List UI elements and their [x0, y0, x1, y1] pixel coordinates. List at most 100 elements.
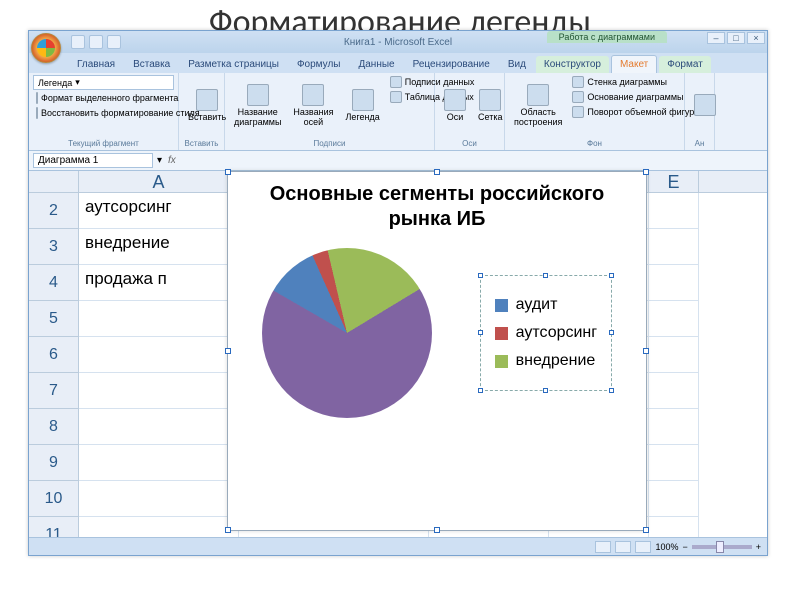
row-header[interactable]: 3 [29, 229, 78, 265]
cell[interactable]: продажа п [79, 265, 239, 301]
row-header[interactable]: 6 [29, 337, 78, 373]
chart-handle[interactable] [225, 348, 231, 354]
tab-home[interactable]: Главная [69, 56, 123, 73]
cell[interactable] [649, 229, 699, 265]
fx-icon[interactable]: fx [162, 155, 182, 166]
qat-save-icon[interactable] [71, 35, 85, 49]
legend-handle[interactable] [543, 388, 548, 393]
cell[interactable] [79, 481, 239, 517]
legend-handle[interactable] [478, 330, 483, 335]
tab-design[interactable]: Конструктор [536, 56, 609, 73]
row-header[interactable]: 2 [29, 193, 78, 229]
embedded-chart[interactable]: Основные сегменты российского рынка ИБ а… [227, 171, 647, 531]
legend-label: аудит [516, 296, 558, 314]
zoom-out-button[interactable]: − [682, 542, 687, 552]
plot-area-icon [527, 84, 549, 106]
cell[interactable] [649, 373, 699, 409]
cell[interactable] [79, 445, 239, 481]
cell[interactable] [79, 301, 239, 337]
row-header[interactable]: 10 [29, 481, 78, 517]
legend-item[interactable]: аудит [495, 296, 597, 314]
column-header[interactable]: A [79, 171, 239, 192]
format-selection-button[interactable]: Формат выделенного фрагмента [33, 91, 174, 105]
chart-legend[interactable]: аудит аутсорсинг внедрение [480, 275, 612, 391]
chart-handle[interactable] [643, 527, 649, 533]
chart-handle[interactable] [434, 527, 440, 533]
legend-handle[interactable] [478, 388, 483, 393]
legend-label: внедрение [516, 352, 596, 370]
axis-titles-button[interactable]: Названия осей [288, 75, 338, 137]
reset-style-button[interactable]: Восстановить форматирование стиля [33, 106, 174, 120]
name-box[interactable]: Диаграмма 1 [33, 153, 153, 168]
view-page-break-button[interactable] [635, 541, 651, 553]
legend-handle[interactable] [609, 330, 614, 335]
tab-format[interactable]: Формат [659, 56, 711, 73]
chart-handle[interactable] [225, 527, 231, 533]
cell[interactable] [79, 373, 239, 409]
close-button[interactable]: × [747, 32, 765, 44]
tab-formulas[interactable]: Формулы [289, 56, 349, 73]
reset-icon [36, 107, 38, 119]
chart-title[interactable]: Основные сегменты российского рынка ИБ [228, 172, 646, 238]
legend-item[interactable]: аутсорсинг [495, 324, 597, 342]
office-button[interactable] [31, 33, 61, 63]
column-header[interactable]: E [649, 171, 699, 192]
legend-item[interactable]: внедрение [495, 352, 597, 370]
legend-button[interactable]: Легенда [341, 75, 385, 137]
minimize-button[interactable]: – [707, 32, 725, 44]
legend-handle[interactable] [609, 273, 614, 278]
tab-data[interactable]: Данные [350, 56, 402, 73]
chart-handle[interactable] [434, 169, 440, 175]
cell[interactable] [79, 409, 239, 445]
zoom-in-button[interactable]: + [756, 542, 761, 552]
cell[interactable] [649, 481, 699, 517]
qat-redo-icon[interactable] [107, 35, 121, 49]
cell[interactable] [649, 193, 699, 229]
tab-layout[interactable]: Макет [611, 55, 657, 73]
cell[interactable] [649, 337, 699, 373]
legend-handle[interactable] [609, 388, 614, 393]
axis-title-icon [302, 84, 324, 106]
analysis-button[interactable] [689, 75, 721, 137]
cell[interactable]: аутсорсинг [79, 193, 239, 229]
row-header[interactable]: 8 [29, 409, 78, 445]
chart-element-selector[interactable]: Легенда ▾ [33, 75, 174, 90]
gridlines-button[interactable]: Сетка [473, 75, 507, 137]
row-header[interactable]: 4 [29, 265, 78, 301]
chart-wall-button[interactable]: Стенка диаграммы [569, 75, 703, 89]
cell[interactable] [649, 301, 699, 337]
plot-area-button[interactable]: Область построения [509, 75, 567, 137]
chart-title-button[interactable]: Название диаграммы [229, 75, 286, 137]
qat-undo-icon[interactable] [89, 35, 103, 49]
cell[interactable] [79, 337, 239, 373]
tab-view[interactable]: Вид [500, 56, 534, 73]
tab-page-layout[interactable]: Разметка страницы [180, 56, 287, 73]
view-normal-button[interactable] [595, 541, 611, 553]
sheet-area: 234567891011 ABCDE аутсорсингвнедрениепр… [29, 171, 767, 537]
chart-handle[interactable] [225, 169, 231, 175]
chart-handle[interactable] [643, 348, 649, 354]
chart-floor-button[interactable]: Основание диаграммы [569, 90, 703, 104]
row-header[interactable]: 9 [29, 445, 78, 481]
cell[interactable]: внедрение [79, 229, 239, 265]
row-header[interactable] [29, 171, 78, 193]
row-header[interactable]: 7 [29, 373, 78, 409]
cell[interactable] [649, 265, 699, 301]
insert-button[interactable]: Вставить [183, 75, 231, 137]
tab-insert[interactable]: Вставка [125, 56, 178, 73]
axes-button[interactable]: Оси [439, 75, 471, 137]
zoom-level[interactable]: 100% [655, 542, 678, 552]
rotation-button[interactable]: Поворот объемной фигуры [569, 105, 703, 119]
legend-swatch [495, 327, 508, 340]
chart-handle[interactable] [643, 169, 649, 175]
zoom-slider[interactable] [692, 545, 752, 549]
legend-handle[interactable] [478, 273, 483, 278]
tab-review[interactable]: Рецензирование [405, 56, 498, 73]
legend-handle[interactable] [543, 273, 548, 278]
row-header[interactable]: 5 [29, 301, 78, 337]
cell[interactable] [649, 409, 699, 445]
pie-chart[interactable] [262, 248, 432, 418]
cell[interactable] [649, 445, 699, 481]
view-page-layout-button[interactable] [615, 541, 631, 553]
maximize-button[interactable]: □ [727, 32, 745, 44]
